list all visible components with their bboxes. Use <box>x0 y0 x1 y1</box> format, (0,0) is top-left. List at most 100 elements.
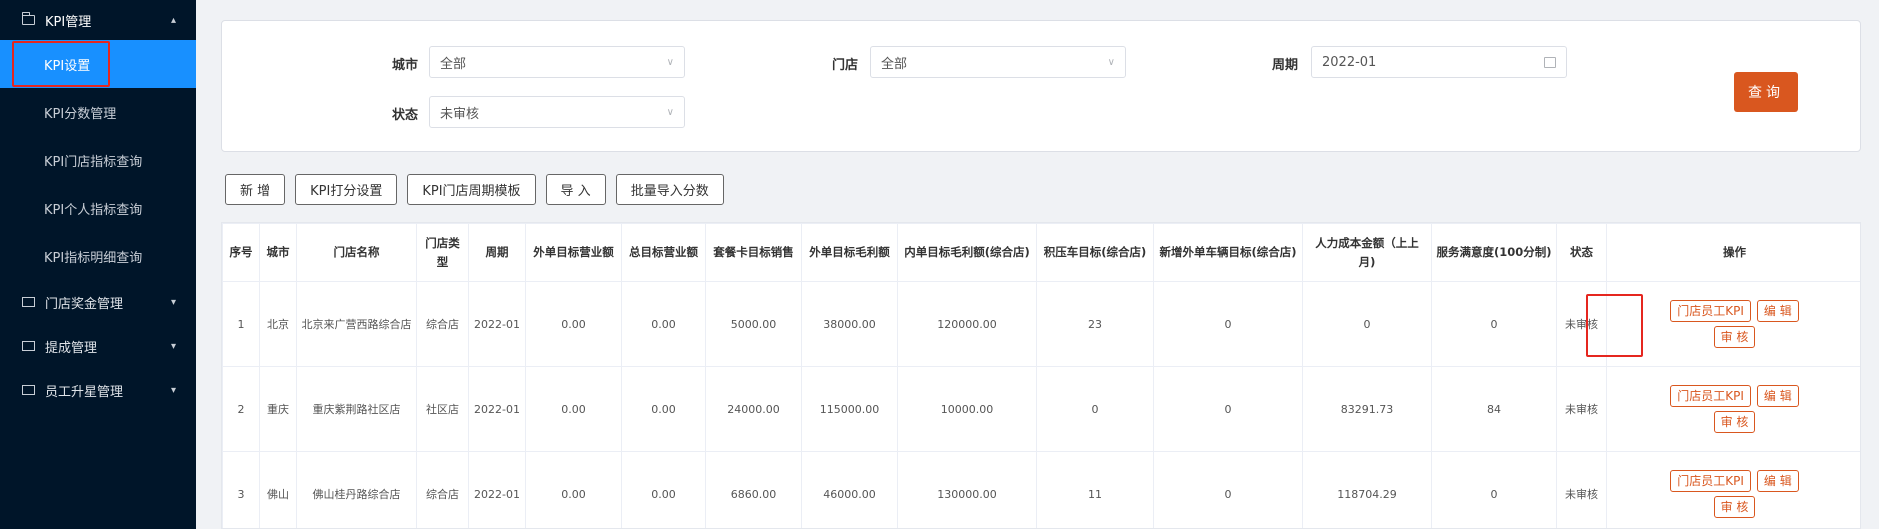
table-header: 总目标营业额 <box>621 223 706 282</box>
table-header: 状态 <box>1556 223 1607 282</box>
chevron-up-icon: ▴ <box>170 14 176 26</box>
table-header: 操作 <box>1606 223 1860 282</box>
edit-button[interactable]: 编 辑 <box>1756 470 1799 492</box>
status-select[interactable]: 未审核 ∨ <box>429 96 685 128</box>
chevron-down-icon: ∨ <box>1107 56 1115 68</box>
period-label: 周期 <box>1272 58 1299 73</box>
status-select-value: 未审核 <box>440 106 480 122</box>
menu-group-employee-star[interactable]: 员工升星管理 ▾ <box>0 368 196 412</box>
table-header: 序号 <box>222 223 260 282</box>
table-cell: 5000.00 <box>705 281 802 367</box>
edit-button[interactable]: 编 辑 <box>1756 300 1799 322</box>
store-select[interactable]: 全部 ∨ <box>870 46 1126 78</box>
calendar-icon <box>1544 56 1556 68</box>
table-cell: 重庆 <box>259 366 297 452</box>
table-cell: 11 <box>1036 451 1154 528</box>
table-header: 外单目标营业额 <box>525 223 622 282</box>
city-select[interactable]: 全部 ∨ <box>429 46 685 78</box>
store-select-value: 全部 <box>881 56 908 72</box>
table-cell: 83291.73 <box>1302 366 1432 452</box>
chevron-down-icon: ▾ <box>170 340 176 352</box>
folder-icon <box>22 341 35 351</box>
chevron-down-icon: ▾ <box>170 296 176 308</box>
table-cell: 北京 <box>259 281 297 367</box>
table-cell: 社区店 <box>416 366 469 452</box>
chevron-down-icon: ▾ <box>170 384 176 396</box>
table-row: 2 重庆 重庆紫荆路社区店 社区店 2022-01 0.00 0.00 2400… <box>222 366 1860 452</box>
table-cell: 0.00 <box>525 281 622 367</box>
period-picker[interactable]: 2022-01 <box>1311 46 1567 78</box>
menu-group-kpi[interactable]: KPI管理 ▴ <box>0 0 196 40</box>
table-cell: 重庆紫荆路社区店 <box>296 366 417 452</box>
menu-group-label: 员工升星管理 <box>45 384 124 400</box>
table-header: 门店名称 <box>296 223 417 282</box>
import-button[interactable]: 导 入 <box>545 174 606 205</box>
sidebar-item-kpi-personal-query[interactable]: KPI个人指标查询 <box>0 184 196 232</box>
store-employee-kpi-button[interactable]: 门店员工KPI <box>1670 470 1751 492</box>
kpi-score-settings-button[interactable]: KPI打分设置 <box>295 174 398 205</box>
review-button[interactable]: 审 核 <box>1713 326 1756 348</box>
sidebar-item-kpi-store-query[interactable]: KPI门店指标查询 <box>0 136 196 184</box>
folder-icon <box>22 385 35 395</box>
sidebar-item-label: KPI指标明细查询 <box>44 250 143 266</box>
edit-button[interactable]: 编 辑 <box>1756 385 1799 407</box>
table-cell: 2 <box>222 366 260 452</box>
batch-import-score-button[interactable]: 批量导入分数 <box>615 174 724 205</box>
review-button[interactable]: 审 核 <box>1713 496 1756 518</box>
operations-cell: 门店员工KPI 编 辑 审 核 <box>1606 281 1860 367</box>
sidebar-item-kpi-score[interactable]: KPI分数管理 <box>0 88 196 136</box>
table-cell: 1 <box>222 281 260 367</box>
sidebar-item-label: KPI门店指标查询 <box>44 154 143 170</box>
store-employee-kpi-button[interactable]: 门店员工KPI <box>1670 385 1751 407</box>
table-row: 1 北京 北京来广营西路综合店 综合店 2022-01 0.00 0.00 50… <box>222 281 1860 367</box>
operations-cell: 门店员工KPI 编 辑 审 核 <box>1606 451 1860 528</box>
period-picker-value: 2022-01 <box>1322 54 1377 70</box>
table-cell: 佛山桂丹路综合店 <box>296 451 417 528</box>
table-cell: 0 <box>1153 281 1303 367</box>
menu-group-label: 提成管理 <box>45 340 98 356</box>
menu-group-label: 门店奖金管理 <box>45 296 124 312</box>
table-header: 服务满意度(100分制) <box>1431 223 1557 282</box>
folder-icon <box>22 297 35 307</box>
table-cell: 6860.00 <box>705 451 802 528</box>
table-header-row: 序号 城市 门店名称 门店类型 周期 外单目标营业额 总目标营业额 套餐卡目标销… <box>222 223 1860 282</box>
sidebar-item-kpi-detail-query[interactable]: KPI指标明细查询 <box>0 232 196 280</box>
table-cell: 0.00 <box>525 451 622 528</box>
add-button[interactable]: 新 增 <box>225 174 286 205</box>
table-cell: 10000.00 <box>897 366 1037 452</box>
menu-group-commission[interactable]: 提成管理 ▾ <box>0 324 196 368</box>
table-cell: 0 <box>1431 451 1557 528</box>
menu-group-label: KPI管理 <box>45 14 92 30</box>
table-cell: 综合店 <box>416 281 469 367</box>
table-cell: 46000.00 <box>801 451 898 528</box>
store-employee-kpi-button[interactable]: 门店员工KPI <box>1670 300 1751 322</box>
sidebar: KPI管理 ▴ KPI设置 KPI分数管理 KPI门店指标查询 KPI个人指标查… <box>0 0 196 529</box>
table-header: 人力成本金额（上上月) <box>1302 223 1432 282</box>
status-cell: 未审核 <box>1556 366 1607 452</box>
table-cell: 84 <box>1431 366 1557 452</box>
table-cell: 0.00 <box>621 281 706 367</box>
operations-cell: 门店员工KPI 编 辑 审 核 <box>1606 366 1860 452</box>
table-cell: 0 <box>1302 281 1432 367</box>
menu-group-store-bonus[interactable]: 门店奖金管理 ▾ <box>0 280 196 324</box>
table-cell: 0.00 <box>525 366 622 452</box>
table-cell: 佛山 <box>259 451 297 528</box>
query-button[interactable]: 查询 <box>1734 72 1798 112</box>
table-cell: 0.00 <box>621 366 706 452</box>
status-cell: 未审核 <box>1556 281 1607 367</box>
table-header: 外单目标毛利额 <box>801 223 898 282</box>
sidebar-item-label: KPI分数管理 <box>44 106 117 122</box>
table-cell: 2022-01 <box>468 451 526 528</box>
sidebar-item-label: KPI个人指标查询 <box>44 202 143 218</box>
sidebar-item-kpi-settings[interactable]: KPI设置 <box>0 40 196 88</box>
table-cell: 130000.00 <box>897 451 1037 528</box>
table-cell: 115000.00 <box>801 366 898 452</box>
status-label: 状态 <box>392 108 419 123</box>
folder-icon <box>22 12 35 25</box>
kpi-store-period-template-button[interactable]: KPI门店周期模板 <box>407 174 536 205</box>
table-header: 周期 <box>468 223 526 282</box>
table-cell: 0 <box>1431 281 1557 367</box>
table-cell: 综合店 <box>416 451 469 528</box>
table-cell: 2022-01 <box>468 281 526 367</box>
review-button[interactable]: 审 核 <box>1713 411 1756 433</box>
